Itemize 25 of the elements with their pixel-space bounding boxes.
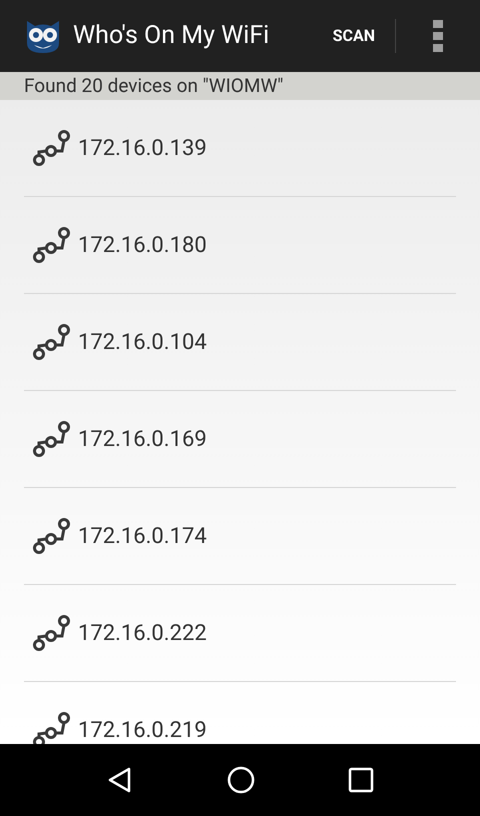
device-row[interactable]: 172.16.0.104 [24, 294, 456, 391]
ip-address: 172.16.0.180 [78, 232, 207, 260]
ip-address: 172.16.0.169 [78, 426, 207, 454]
ip-address: 172.16.0.222 [78, 620, 207, 648]
network-nodes-icon [32, 420, 70, 458]
scan-button[interactable]: SCAN [320, 12, 387, 60]
device-row[interactable]: 172.16.0.139 [24, 100, 456, 197]
network-nodes-icon [32, 711, 70, 744]
network-nodes-icon [32, 517, 70, 555]
ip-address: 172.16.0.104 [78, 328, 207, 356]
network-nodes-icon [32, 129, 70, 167]
ip-address: 172.16.0.139 [78, 134, 207, 162]
device-row[interactable]: 172.16.0.180 [24, 197, 456, 294]
device-row[interactable]: 172.16.0.174 [24, 488, 456, 585]
ip-address: 172.16.0.174 [78, 522, 207, 550]
network-nodes-icon [32, 323, 70, 361]
device-row[interactable]: 172.16.0.169 [24, 391, 456, 488]
network-nodes-icon [32, 226, 70, 264]
recents-icon[interactable] [348, 767, 374, 793]
summary-text: Found 20 devices on "WIOMW" [24, 72, 284, 99]
home-icon[interactable] [226, 766, 255, 794]
app-title: Who's On My WiFi [73, 20, 270, 52]
network-nodes-icon [32, 614, 70, 652]
device-row[interactable]: 172.16.0.222 [24, 585, 456, 682]
ip-address: 172.16.0.219 [78, 716, 207, 744]
